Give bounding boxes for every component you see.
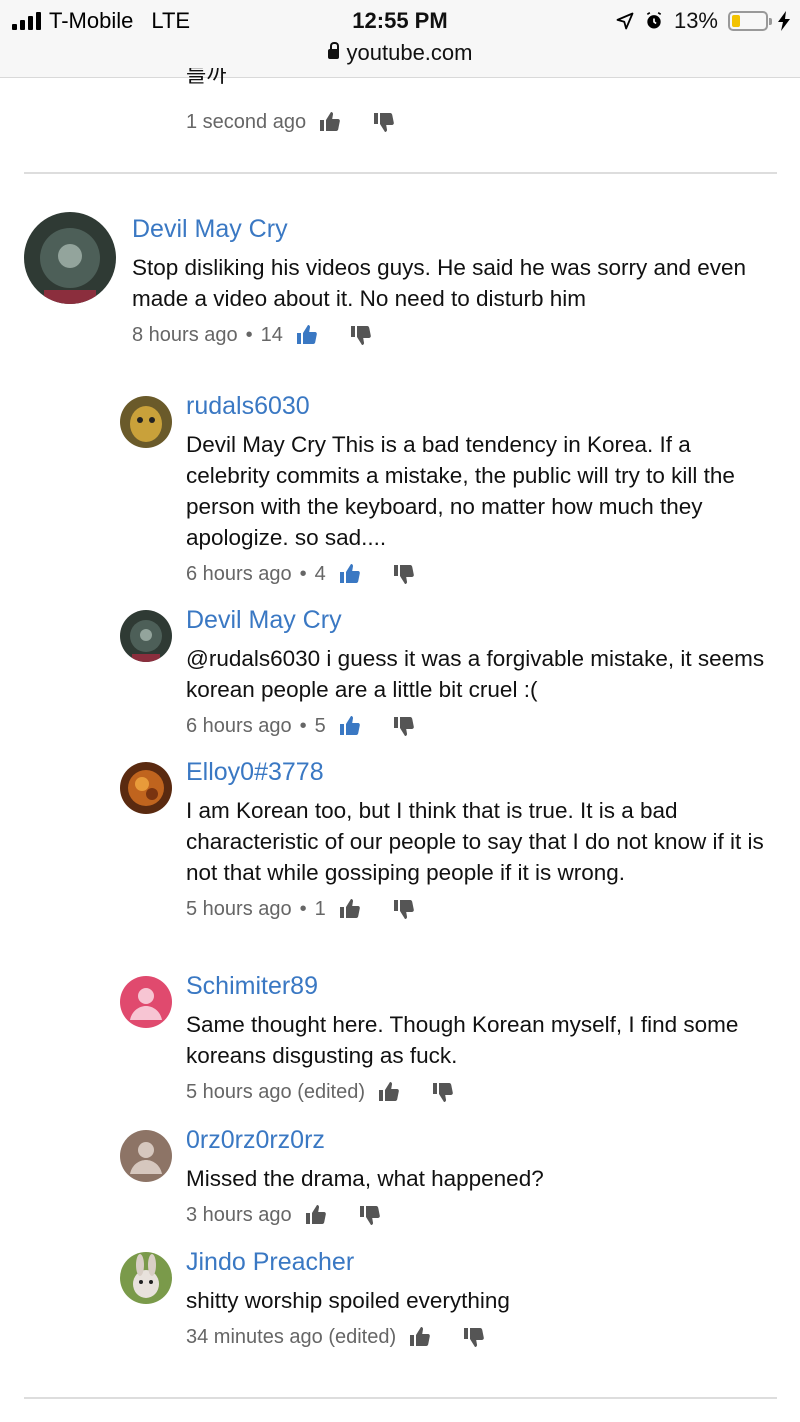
like-count: 5 <box>314 714 326 737</box>
comment-time: 8 hours ago <box>132 323 238 346</box>
like-count: 14 <box>260 323 283 346</box>
like-button[interactable] <box>304 1203 330 1227</box>
reply-author[interactable]: Elloy0#3778 <box>186 758 766 787</box>
battery-percent: 13% <box>673 8 718 33</box>
comment-text: 를까 <box>186 68 227 87</box>
url-text: youtube.com <box>346 40 473 65</box>
reply-body: rudals6030 Devil May Cry This is a bad t… <box>186 392 766 586</box>
reply-meta: 34 minutes ago (edited) <box>186 1325 766 1349</box>
lock-icon <box>327 42 339 59</box>
comment-meta: 1 second ago <box>186 110 398 134</box>
like-button[interactable] <box>338 897 364 921</box>
reply-text: shitty worship spoiled everything <box>186 1288 510 1313</box>
dislike-button[interactable] <box>349 323 375 347</box>
reply-time: 34 minutes ago (edited) <box>186 1325 397 1348</box>
reply-text: Missed the drama, what happened? <box>186 1166 544 1191</box>
comment-body: Devil May Cry Stop disliking his videos … <box>132 215 772 347</box>
reply-body: Jindo Preacher shitty worship spoiled ev… <box>186 1248 766 1349</box>
dislike-button[interactable] <box>358 1203 384 1227</box>
like-button[interactable] <box>338 714 364 738</box>
dislike-button[interactable] <box>392 897 418 921</box>
dislike-button[interactable] <box>392 562 418 586</box>
comment-author[interactable]: Devil May Cry <box>132 215 772 244</box>
dislike-button[interactable] <box>392 714 418 738</box>
avatar[interactable] <box>120 1130 172 1182</box>
reply-body: Devil May Cry @rudals6030 i guess it was… <box>186 606 766 738</box>
reply-author[interactable]: 0rz0rz0rz0rz <box>186 1126 766 1155</box>
battery-icon <box>728 11 772 31</box>
reply-text: Devil May Cry This is a bad tendency in … <box>186 432 735 550</box>
like-button[interactable] <box>377 1080 403 1104</box>
url-bar[interactable]: youtube.com <box>0 40 800 66</box>
reply-time: 6 hours ago <box>186 562 292 585</box>
reply-time: 6 hours ago <box>186 714 292 737</box>
divider <box>24 172 777 174</box>
avatar[interactable] <box>24 212 116 304</box>
dislike-button[interactable] <box>372 110 398 134</box>
reply-body: 0rz0rz0rz0rz Missed the drama, what happ… <box>186 1126 766 1227</box>
reply-meta: 6 hours ago • 5 <box>186 714 766 738</box>
comment-time: 1 second ago <box>186 110 307 133</box>
charging-icon <box>778 11 790 31</box>
divider <box>24 1397 777 1399</box>
avatar[interactable] <box>120 396 172 448</box>
avatar[interactable] <box>120 762 172 814</box>
reply-author[interactable]: Devil May Cry <box>186 606 766 635</box>
avatar[interactable] <box>120 1252 172 1304</box>
reply-body: Schimiter89 Same thought here. Though Ko… <box>186 972 766 1104</box>
reply-text: Same thought here. Though Korean myself,… <box>186 1012 739 1068</box>
reply-meta: 3 hours ago <box>186 1203 766 1227</box>
like-count: 1 <box>314 897 326 920</box>
comment-text: Stop disliking his videos guys. He said … <box>132 255 747 311</box>
reply-time: 5 hours ago (edited) <box>186 1080 366 1103</box>
reply-text: @rudals6030 i guess it was a forgivable … <box>186 646 765 702</box>
comment-meta: 8 hours ago • 14 <box>132 323 772 347</box>
reply-body: Elloy0#3778 I am Korean too, but I think… <box>186 758 766 921</box>
separator-dot: • <box>299 897 307 920</box>
reply-author[interactable]: rudals6030 <box>186 392 766 421</box>
like-button[interactable] <box>318 110 344 134</box>
reply-text: I am Korean too, but I think that is tru… <box>186 798 764 885</box>
avatar[interactable] <box>120 976 172 1028</box>
separator-dot: • <box>245 323 253 346</box>
avatar[interactable] <box>120 610 172 662</box>
reply-meta: 5 hours ago (edited) <box>186 1080 766 1104</box>
reply-author[interactable]: Jindo Preacher <box>186 1248 766 1277</box>
reply-time: 3 hours ago <box>186 1203 292 1226</box>
dislike-button[interactable] <box>462 1325 488 1349</box>
reply-meta: 6 hours ago • 4 <box>186 562 766 586</box>
previous-comment-fragment: 를까 1 second ago <box>186 68 398 134</box>
status-bar: T-Mobile LTE 12:55 PM 13% youtube.com <box>0 0 800 78</box>
status-right: 13% <box>616 8 790 34</box>
reply-meta: 5 hours ago • 1 <box>186 897 766 921</box>
separator-dot: • <box>299 562 307 585</box>
like-button[interactable] <box>295 323 321 347</box>
like-button[interactable] <box>338 562 364 586</box>
reply-time: 5 hours ago <box>186 897 292 920</box>
separator-dot: • <box>299 714 307 737</box>
reply-author[interactable]: Schimiter89 <box>186 972 766 1001</box>
location-icon <box>616 12 634 30</box>
alarm-icon <box>646 11 662 29</box>
like-button[interactable] <box>408 1325 434 1349</box>
like-count: 4 <box>314 562 326 585</box>
dislike-button[interactable] <box>431 1080 457 1104</box>
